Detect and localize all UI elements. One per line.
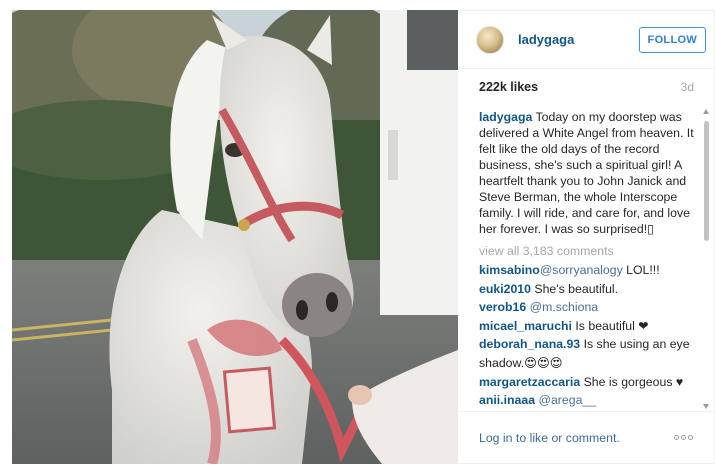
- scroll-up-icon[interactable]: [703, 109, 709, 114]
- caption-author[interactable]: ladygaga: [479, 110, 532, 124]
- comment-author[interactable]: verob16: [479, 300, 526, 314]
- comment-text: shadow.😍😍😍: [479, 355, 563, 370]
- comment-author[interactable]: deborah_nana.93: [479, 337, 580, 351]
- comment-mention-link[interactable]: @sorryanalogy: [540, 263, 623, 277]
- view-all-comments-link[interactable]: view all 3,183 comments: [479, 243, 695, 259]
- likes-count[interactable]: 222k likes: [479, 80, 538, 94]
- comment-text: She's beautiful.: [530, 281, 619, 296]
- comment-text-after: LOL!!!: [622, 263, 660, 277]
- post-footer: Log in to like or comment.: [458, 411, 715, 463]
- more-options-icon[interactable]: [674, 435, 693, 440]
- comment-author[interactable]: micael_maruchi: [479, 319, 572, 333]
- comment-author[interactable]: anii.inaaa: [479, 393, 535, 407]
- comment-row: anii.inaaa @arega__: [479, 392, 695, 408]
- follow-button[interactable]: FOLLOW: [638, 26, 706, 53]
- comment-mention-link[interactable]: @m.schiona: [530, 300, 599, 314]
- post-age[interactable]: 3d: [681, 80, 694, 94]
- comment-text: Is beautiful ❤: [571, 318, 649, 333]
- comment-row: margaretzaccaria She is gorgeous ♥: [479, 374, 695, 390]
- post-header: ladygaga FOLLOW: [458, 11, 714, 69]
- white-horse-image: [12, 10, 458, 464]
- comment-author[interactable]: kimsabino: [479, 263, 540, 277]
- login-to-comment-link[interactable]: Log in to like or comment.: [479, 431, 620, 445]
- comments-list[interactable]: ladygaga Today on my doorstep was delive…: [458, 107, 701, 411]
- comment-author[interactable]: margaretzaccaria: [479, 375, 580, 389]
- comment-text: She is gorgeous ♥: [580, 374, 684, 389]
- username-link[interactable]: ladygaga: [518, 32, 639, 47]
- comment-row: euki2010 She's beautiful.: [479, 281, 695, 297]
- comment-row: verob16 @m.schiona: [479, 299, 695, 315]
- post-meta: 222k likes 3d: [458, 69, 714, 105]
- scroll-down-icon[interactable]: [703, 404, 709, 409]
- caption: ladygaga Today on my doorstep was delive…: [479, 109, 695, 237]
- comment-row: shadow.😍😍😍: [479, 355, 695, 371]
- comments-scrollbar[interactable]: [701, 107, 711, 411]
- post-photo: [12, 10, 458, 464]
- comment-text: Is she using an eye: [580, 337, 690, 352]
- comment-row: kimsabino@sorryanalogy LOL!!!: [479, 262, 695, 278]
- comment-mention-link[interactable]: @arega__: [538, 393, 596, 407]
- comment-row: micael_maruchi Is beautiful ❤: [479, 318, 695, 334]
- scrollbar-thumb[interactable]: [704, 121, 709, 241]
- post-sidebar: ladygaga FOLLOW 222k likes 3d ladygaga T…: [458, 10, 715, 464]
- comment-row: deborah_nana.93 Is she using an eye: [479, 336, 695, 352]
- comment-author[interactable]: euki2010: [479, 282, 531, 296]
- avatar[interactable]: [476, 25, 504, 54]
- caption-text: Today on my doorstep was delivered a Whi…: [479, 110, 694, 236]
